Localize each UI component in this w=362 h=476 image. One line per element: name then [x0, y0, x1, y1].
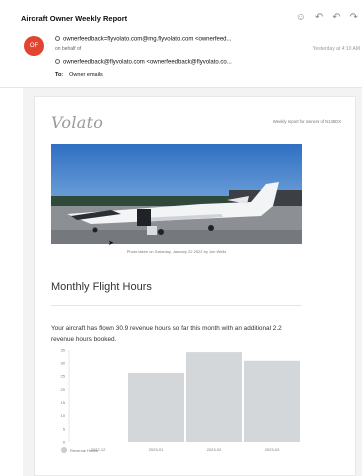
bar-2023-03 [244, 360, 300, 442]
y-tick-label: 25 [61, 374, 66, 379]
y-tick-label: 30 [61, 361, 66, 366]
recipients: To: Owner emails [55, 72, 103, 78]
y-tick-label: 10 [61, 413, 66, 418]
y-tick-label: 0 [63, 439, 66, 444]
smiley-icon[interactable]: ☺ [296, 13, 306, 23]
photo-caption: Photo taken on Saturday, January 22 2022… [126, 249, 227, 254]
email-timestamp: Yesterday at 4:10 AM [312, 46, 360, 52]
forward-icon[interactable]: ↷ [350, 13, 358, 23]
email-actions: ☺ ↶ ↶ ↷ [296, 13, 358, 23]
aircraft-photo [51, 144, 302, 244]
y-tick-label: 35 [61, 347, 66, 352]
y-tick-label: 15 [61, 400, 66, 405]
y-tick-label: 5 [63, 426, 66, 431]
recipient-group[interactable]: Owner emails [69, 72, 103, 78]
bar-2023-02 [186, 352, 242, 442]
sender-address[interactable]: ownerfeedback=flyvolato.com@mg.flyvolato… [55, 36, 232, 43]
divider [51, 305, 302, 306]
avatar: OF [24, 36, 44, 56]
flight-hours-summary: Your aircraft has flown 30.9 revenue hou… [51, 325, 282, 343]
x-tick-label: 2023-02 [207, 447, 222, 452]
report-tagline: Weekly report for owners of N135DX [272, 119, 341, 124]
volato-logo: Volato [51, 113, 104, 132]
email-subject: Aircraft Owner Weekly Report [21, 14, 128, 23]
reply-all-icon[interactable]: ↶ [332, 13, 340, 23]
legend-swatch [61, 447, 67, 453]
legend-label: Revenue Hours [70, 447, 98, 453]
reply-icon[interactable]: ↶ [315, 13, 323, 23]
sender-address-2[interactable]: ownerfeedback@flyvolato.com <ownerfeedba… [55, 59, 232, 66]
mouse-cursor-icon: ➤ [108, 240, 114, 247]
email-body: Volato Weekly report for owners of N135D… [23, 88, 362, 476]
contact-circle-icon [55, 59, 60, 64]
x-tick-label: 2023-03 [265, 447, 280, 452]
report-card: Volato Weekly report for owners of N135D… [34, 96, 356, 476]
email-header: Aircraft Owner Weekly Report ☺ ↶ ↶ ↷ OF … [0, 0, 362, 88]
chart-legend: Revenue Hours [61, 447, 98, 453]
monthly-flight-hours-chart: 051015202530352022-12 2023-01 2023-02 2023-… [61, 347, 300, 452]
y-tick-label: 20 [61, 387, 66, 392]
bar-2023-01 [128, 372, 184, 442]
section-title: Monthly Flight Hours [51, 281, 152, 293]
x-tick-label: 2023-01 [149, 447, 164, 452]
on-behalf-label: on behalf of [55, 46, 82, 52]
contact-circle-icon [55, 36, 60, 41]
